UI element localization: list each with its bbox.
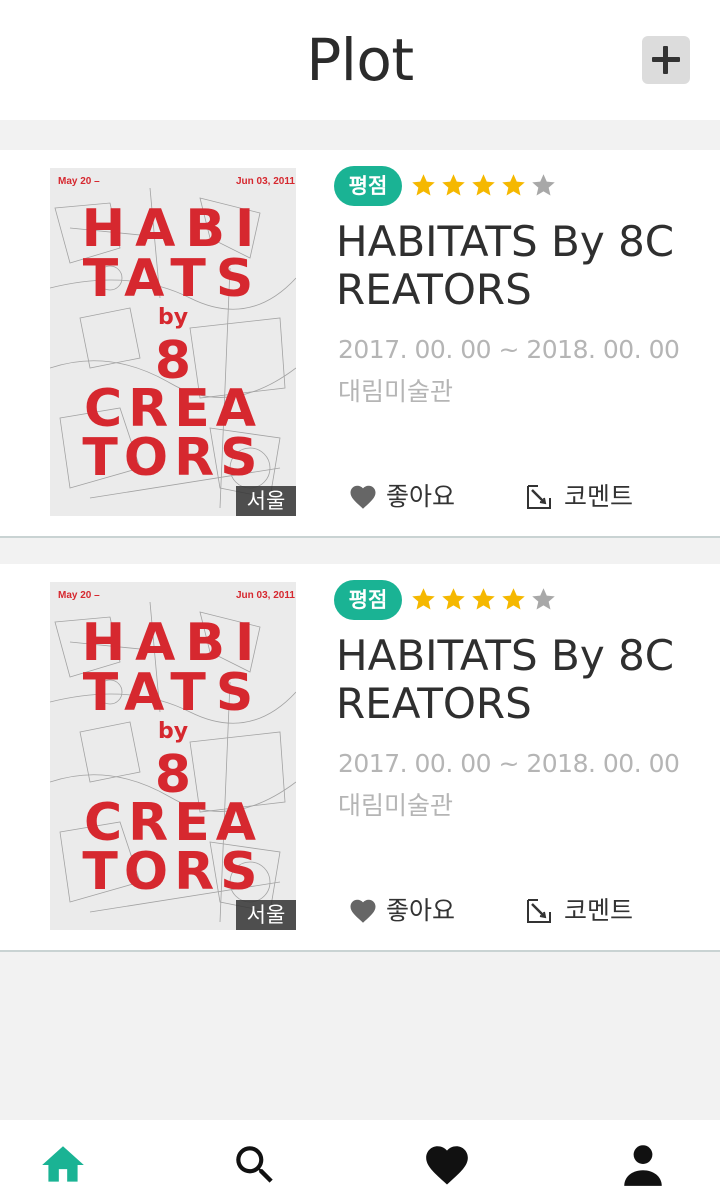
star-empty-icon (532, 174, 555, 196)
user-icon (624, 1145, 662, 1186)
poster-headline-line: TORS (82, 428, 263, 488)
exhibition-poster[interactable]: May 20 – Jun 03, 2011 HABI TATS by 8 CRE… (50, 582, 296, 930)
heart-icon (426, 1146, 468, 1185)
star-icon (412, 588, 435, 610)
nav-home[interactable] (38, 1140, 88, 1190)
app-title: Plot (306, 26, 414, 94)
nav-profile[interactable] (618, 1140, 668, 1190)
home-icon (42, 1146, 84, 1182)
exhibition-poster[interactable]: May 20 – Jun 03, 2011 HABI TATS by 8 CRE… (50, 168, 296, 516)
comment-label: 코멘트 (564, 896, 634, 925)
like-label: 좋아요 (386, 482, 456, 511)
exhibition-period: 2017. 00. 00 ~ 2018. 00. 00 (338, 749, 680, 778)
search-icon (236, 1146, 273, 1183)
exhibition-title[interactable]: HABITATS By 8CREATORS (336, 218, 676, 314)
poster-headline-line: TATS (83, 249, 264, 309)
star-icon (502, 174, 525, 196)
poster-date-end: Jun 03, 2011 (236, 176, 295, 187)
exhibition-title[interactable]: HABITATS By 8CREATORS (336, 632, 676, 728)
rating-badge: 평점 (334, 166, 402, 206)
edit-icon (527, 899, 551, 923)
app-header: Plot (0, 0, 720, 120)
star-rating (410, 172, 560, 202)
poster-date-start: May 20 – (58, 590, 100, 601)
bottom-nav (0, 1120, 720, 1200)
poster-headline-line: by (158, 719, 188, 744)
exhibition-card[interactable]: May 20 – Jun 03, 2011 HABI TATS by 8 CRE… (0, 564, 720, 952)
star-icon (442, 174, 465, 196)
star-icon (502, 588, 525, 610)
rating-badge: 평점 (334, 580, 402, 620)
region-tag: 서울 (236, 900, 296, 930)
region-tag: 서울 (236, 486, 296, 516)
star-rating (410, 586, 560, 616)
star-icon (442, 588, 465, 610)
poster-date-start: May 20 – (58, 176, 100, 187)
star-icon (472, 588, 495, 610)
exhibition-venue: 대림미술관 (338, 377, 454, 406)
exhibition-period: 2017. 00. 00 ~ 2018. 00. 00 (338, 335, 680, 364)
star-empty-icon (532, 588, 555, 610)
like-label: 좋아요 (386, 896, 456, 925)
star-icon (472, 174, 495, 196)
exhibition-card[interactable]: May 20 – Jun 03, 2011 HABI TATS by 8 CRE… (0, 150, 720, 538)
poster-date-end: Jun 03, 2011 (236, 590, 295, 601)
add-button[interactable] (642, 36, 690, 84)
heart-icon (350, 899, 376, 923)
exhibition-venue: 대림미술관 (338, 791, 454, 820)
poster-headline-line: by (158, 305, 188, 330)
edit-icon (527, 485, 551, 509)
comment-label: 코멘트 (564, 482, 634, 511)
poster-headline-line: TORS (82, 842, 263, 902)
nav-favorites[interactable] (422, 1140, 472, 1190)
nav-search[interactable] (230, 1140, 280, 1190)
star-icon (412, 174, 435, 196)
poster-headline-line: TATS (83, 663, 264, 723)
heart-icon (350, 485, 376, 509)
